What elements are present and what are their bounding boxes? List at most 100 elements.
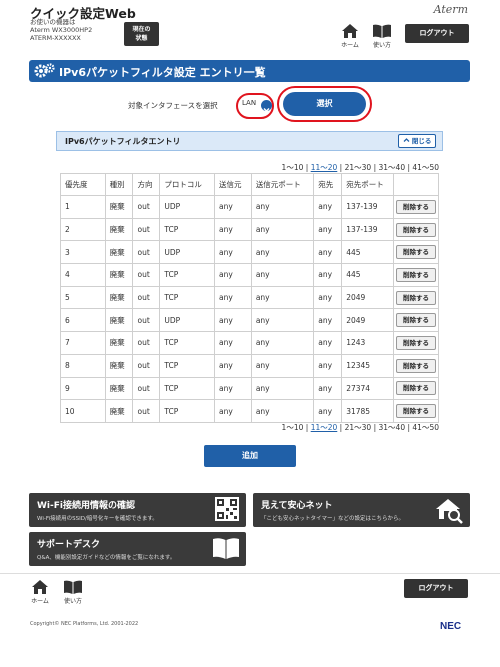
page-link-21-30[interactable]: 21～30 <box>345 423 372 432</box>
support-desk-tile[interactable]: サポートデスク Q&A、機能別設定ガイドなどの情報をご覧になれます。 <box>29 532 246 566</box>
page-title-bar: IPv6パケットフィルタ設定 エントリ一覧 <box>29 60 470 82</box>
support-tile-desc: Q&A、機能別設定ガイドなどの情報をご覧になれます。 <box>37 555 176 561</box>
delete-button[interactable]: 削除する <box>395 313 436 328</box>
table-cell: 27374 <box>341 376 394 401</box>
table-cell: TCP <box>159 331 215 355</box>
delete-button[interactable]: 削除する <box>395 381 436 396</box>
entries-section-title: IPv6パケットフィルタエントリ <box>65 137 181 146</box>
wifi-info-tile[interactable]: Wi-Fi接続用情報の確認 Wi-Fi接続用のSSID/暗号化キーを確認できます… <box>29 493 246 527</box>
table-cell: any <box>250 195 315 219</box>
table-cell: out <box>132 285 161 310</box>
page-link-1-10[interactable]: 1～10 <box>282 163 304 172</box>
delete-button[interactable]: 削除する <box>395 222 436 237</box>
table-cell: any <box>250 399 315 423</box>
table-cell: any <box>313 331 343 355</box>
safe-tile-title: 見えて安心ネット <box>261 501 333 511</box>
delete-button[interactable]: 削除する <box>395 245 436 260</box>
footer-manual-label: 使い方 <box>63 598 82 605</box>
table-cell: 2049 <box>341 285 394 310</box>
pager-separator: | <box>407 163 411 172</box>
table-cell: out <box>132 399 161 423</box>
page-link-11-20[interactable]: 11～20 <box>311 423 338 432</box>
table-cell: any <box>250 285 315 310</box>
table-cell: any <box>214 331 252 355</box>
footer-manual-button[interactable]: 使い方 <box>61 580 85 605</box>
delete-button[interactable]: 削除する <box>395 290 436 305</box>
table-cell: 2049 <box>341 308 394 333</box>
header: クイック設定Web お使いの機器は Aterm WX3000HP2 ATERM-… <box>0 0 500 52</box>
interface-select-label: 対象インタフェースを選択 <box>128 101 218 110</box>
safe-net-tile[interactable]: 見えて安心ネット 「こども安心ネットタイマー」などの設定はこちらから。 <box>253 493 470 527</box>
gear-icon <box>34 63 55 78</box>
house-search-icon <box>436 499 463 524</box>
table-cell: any <box>313 285 343 310</box>
book-icon <box>64 580 82 594</box>
table-cell: UDP <box>159 308 215 333</box>
delete-button[interactable]: 削除する <box>395 404 436 419</box>
pager-separator: | <box>339 163 343 172</box>
table-row: 2 廃棄 out TCP any any any 137-139 削除する <box>60 217 440 242</box>
table-cell-action: 削除する <box>392 331 440 355</box>
logout-button[interactable]: ログアウト <box>405 24 469 43</box>
manual-nav-button[interactable]: 使い方 <box>370 24 394 49</box>
current-status-button[interactable]: 現在の 状態 <box>124 22 159 46</box>
table-cell: TCP <box>159 399 215 423</box>
home-nav-button[interactable]: ホーム <box>338 24 362 49</box>
page-link-41-50[interactable]: 41～50 <box>412 423 439 432</box>
support-tile-title: サポートデスク <box>37 540 101 550</box>
delete-button[interactable]: 削除する <box>395 335 436 350</box>
pager-separator: | <box>407 423 411 432</box>
table-cell: 445 <box>341 263 394 287</box>
table-cell: 廃棄 <box>104 331 134 355</box>
table-cell: out <box>132 331 161 355</box>
table-cell: any <box>313 399 343 423</box>
col-action <box>392 173 440 196</box>
table-cell: any <box>313 240 343 265</box>
table-cell-action: 削除する <box>392 217 440 242</box>
table-cell: 廃棄 <box>104 263 134 287</box>
table-cell: UDP <box>159 195 215 219</box>
page-link-41-50[interactable]: 41～50 <box>412 163 439 172</box>
table-cell: 4 <box>60 263 106 287</box>
interface-select-dropdown[interactable]: LAN <box>236 93 274 119</box>
nec-logo: NEC <box>440 621 462 632</box>
table-cell-action: 削除する <box>392 376 440 401</box>
interface-select-value: LAN <box>242 99 257 107</box>
page-link-31-40[interactable]: 31～40 <box>379 423 406 432</box>
table-cell: any <box>214 217 252 242</box>
table-cell-action: 削除する <box>392 353 440 378</box>
table-cell: 8 <box>60 353 106 378</box>
page-link-11-20[interactable]: 11～20 <box>311 163 338 172</box>
page-link-31-40[interactable]: 31～40 <box>379 163 406 172</box>
table-cell: any <box>214 353 252 378</box>
table-cell: 廃棄 <box>104 217 134 242</box>
copyright: Copyright© NEC Platforms, Ltd. 2001-2022 <box>30 621 139 627</box>
delete-button[interactable]: 削除する <box>395 358 436 373</box>
delete-button[interactable]: 削除する <box>395 199 436 214</box>
table-cell: 137-139 <box>341 195 394 219</box>
footer-logout-button[interactable]: ログアウト <box>404 579 468 598</box>
device-id: ATERM-XXXXXX <box>30 34 81 42</box>
select-button[interactable]: 選択 <box>283 92 366 116</box>
table-cell: UDP <box>159 240 215 265</box>
page-link-21-30[interactable]: 21～30 <box>345 163 372 172</box>
table-cell-action: 削除する <box>392 308 440 333</box>
aterm-logo: Aterm <box>433 3 468 16</box>
footer-home-button[interactable]: ホーム <box>28 580 52 605</box>
page-link-1-10[interactable]: 1～10 <box>282 423 304 432</box>
table-cell: TCP <box>159 285 215 310</box>
wifi-tile-desc: Wi-Fi接続用のSSID/暗号化キーを確認できます。 <box>37 516 158 522</box>
pager-separator: | <box>373 423 377 432</box>
table-row: 9 廃棄 out TCP any any any 27374 削除する <box>60 376 440 401</box>
col-type: 種別 <box>104 173 134 196</box>
add-entry-button[interactable]: 追加 <box>204 445 296 467</box>
table-cell: any <box>313 263 343 287</box>
table-cell: TCP <box>159 376 215 401</box>
table-cell: any <box>214 399 252 423</box>
collapse-button[interactable]: 閉じる <box>398 134 436 148</box>
delete-button[interactable]: 削除する <box>395 267 436 282</box>
table-cell: any <box>214 263 252 287</box>
pager-separator: | <box>339 423 343 432</box>
table-cell: 廃棄 <box>104 376 134 401</box>
wifi-tile-title: Wi-Fi接続用情報の確認 <box>37 501 135 511</box>
